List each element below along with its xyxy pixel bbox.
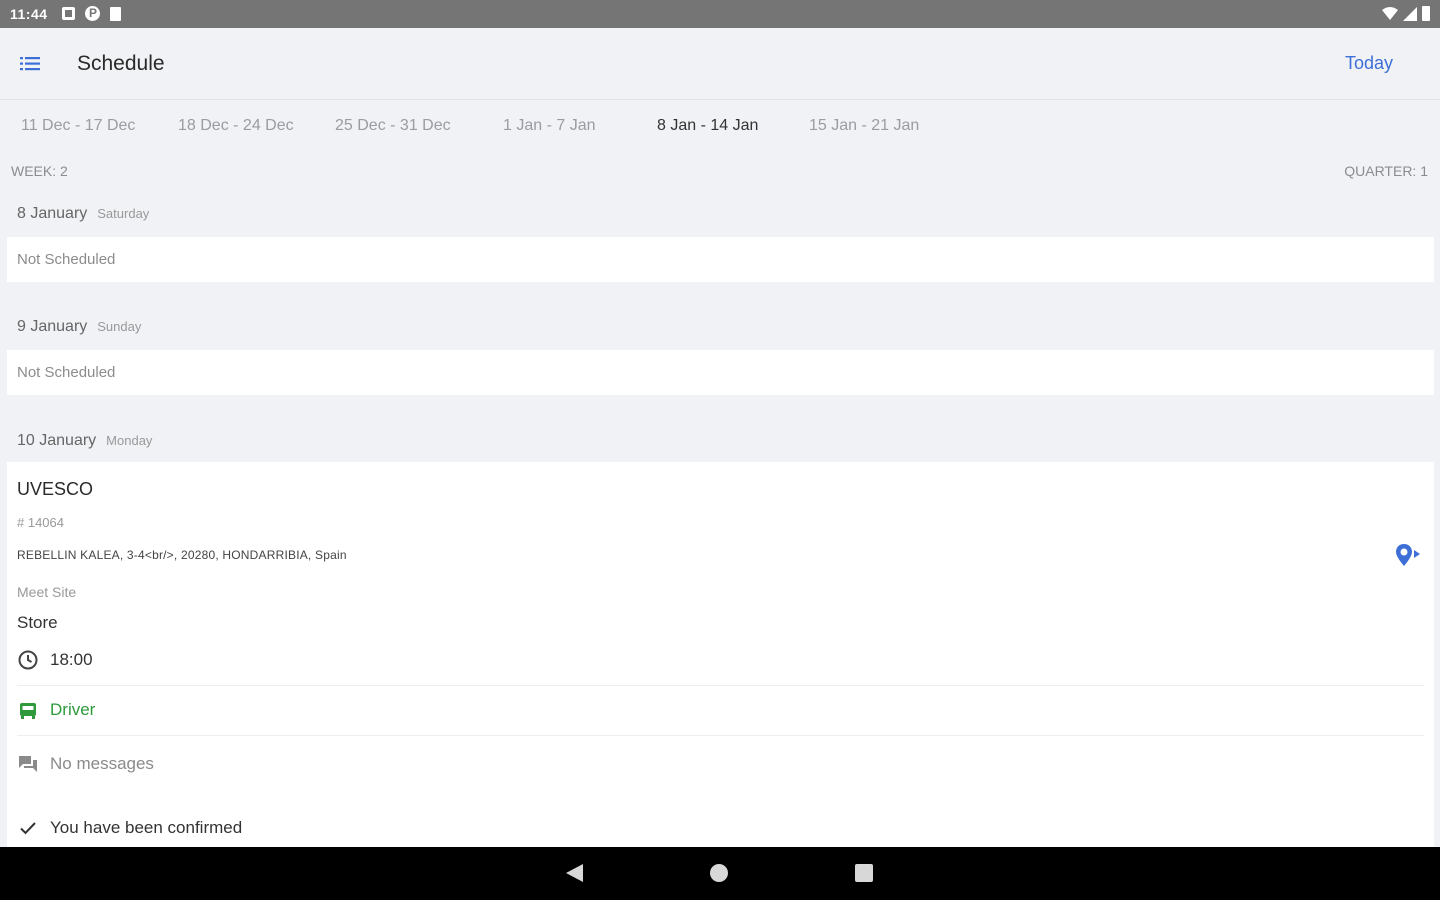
- status-system-icons: [1382, 6, 1430, 21]
- checkmark-icon: [20, 822, 36, 835]
- messages-status: No messages: [50, 754, 154, 773]
- job-address: REBELLIN KALEA, 3-4<br/>, 20280, HONDARR…: [17, 548, 347, 562]
- home-icon[interactable]: [710, 864, 728, 882]
- quarter-label: QUARTER: 1: [1344, 163, 1428, 179]
- not-scheduled-label: Not Scheduled: [17, 251, 116, 268]
- week-tabs: 11 Dec - 17 Dec 18 Dec - 24 Dec 25 Dec -…: [0, 100, 1440, 152]
- day-weekday: Sunday: [97, 319, 142, 334]
- messages-row[interactable]: No messages: [17, 753, 154, 775]
- day-header: 8 January Saturday: [17, 205, 149, 223]
- tab-week-15-jan[interactable]: 15 Jan - 21 Jan: [809, 117, 919, 135]
- status-notification-icons: [62, 6, 121, 21]
- job-time-row: 18:00: [17, 649, 93, 671]
- tab-week-18-dec[interactable]: 18 Dec - 24 Dec: [178, 117, 294, 135]
- week-number-label: WEEK: 2: [11, 163, 68, 179]
- job-card[interactable]: UVESCO # 14064 REBELLIN KALEA, 3-4<br/>,…: [7, 462, 1434, 847]
- driver-role: Driver: [50, 700, 96, 719]
- meet-site-value: Store: [17, 613, 58, 632]
- confirmation-status: You have been confirmed: [50, 818, 243, 837]
- app-bar: Schedule Today: [0, 28, 1440, 100]
- day-card[interactable]: Not Scheduled: [7, 350, 1434, 395]
- day-date: 8 January: [17, 205, 88, 222]
- job-time: 18:00: [50, 650, 93, 669]
- job-number: # 14064: [17, 515, 64, 530]
- list-menu-icon[interactable]: [20, 54, 42, 74]
- day-header: 9 January Sunday: [17, 318, 141, 336]
- job-site-name: UVESCO: [17, 479, 94, 499]
- recent-apps-icon[interactable]: [855, 864, 873, 882]
- day-weekday: Saturday: [97, 206, 150, 221]
- signal-icon: [1403, 6, 1417, 21]
- back-icon[interactable]: [566, 864, 583, 882]
- status-time: 11:44: [10, 6, 48, 22]
- today-button[interactable]: Today: [1345, 53, 1393, 74]
- tab-week-25-dec[interactable]: 25 Dec - 31 Dec: [335, 117, 451, 135]
- page-title: Schedule: [77, 52, 165, 75]
- tab-week-8-jan[interactable]: 8 Jan - 14 Jan: [657, 117, 758, 135]
- system-nav-bar: [0, 847, 1440, 900]
- meet-site-label: Meet Site: [17, 584, 77, 600]
- tab-week-1-jan[interactable]: 1 Jan - 7 Jan: [503, 117, 596, 135]
- battery-icon: [1422, 6, 1430, 21]
- status-bar: 11:44: [0, 0, 1440, 28]
- day-weekday: Monday: [106, 433, 153, 448]
- notification-p-icon: [85, 6, 100, 21]
- wifi-icon: [1382, 6, 1398, 20]
- day-date: 10 January: [17, 432, 97, 449]
- directions-pin-icon[interactable]: [1394, 542, 1422, 568]
- divider: [17, 735, 1424, 736]
- sd-card-icon: [110, 6, 121, 21]
- not-scheduled-label: Not Scheduled: [17, 364, 116, 381]
- day-date: 9 January: [17, 318, 88, 335]
- day-header: 10 January Monday: [17, 432, 152, 450]
- driver-row[interactable]: Driver: [17, 699, 95, 721]
- confirmation-row: You have been confirmed: [17, 817, 242, 839]
- bus-icon: [20, 703, 36, 719]
- day-card[interactable]: Not Scheduled: [7, 237, 1434, 282]
- clock-icon: [18, 650, 38, 670]
- chat-bubbles-icon: [19, 756, 37, 772]
- notification-square-icon: [62, 7, 75, 20]
- divider: [17, 685, 1424, 686]
- tab-week-11-dec[interactable]: 11 Dec - 17 Dec: [21, 117, 135, 135]
